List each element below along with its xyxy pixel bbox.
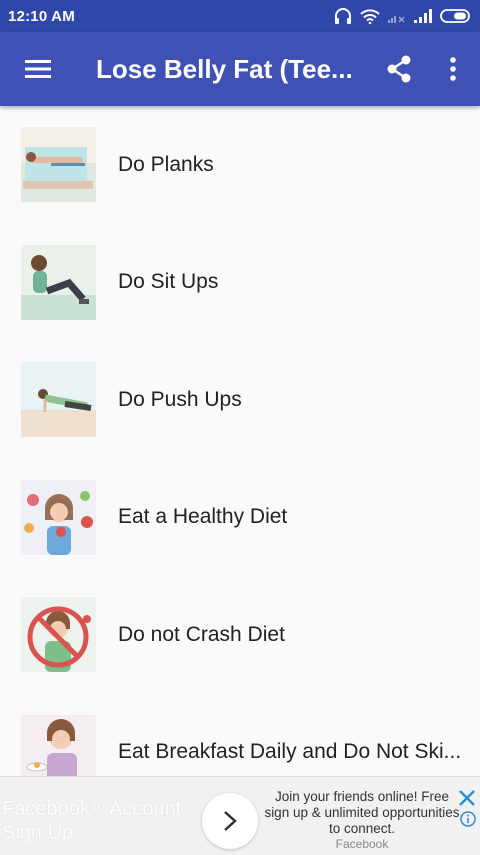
- more-vert-icon: [450, 57, 456, 81]
- item-label: Eat Breakfast Daily and Do Not Ski...: [118, 740, 462, 764]
- share-button[interactable]: [372, 32, 426, 106]
- more-options-button[interactable]: [426, 32, 480, 106]
- ad-source: Facebook: [335, 837, 389, 851]
- item-label: Do Sit Ups: [118, 270, 219, 294]
- list-item[interactable]: Do Planks: [0, 106, 480, 224]
- item-label: Do Planks: [118, 152, 214, 176]
- status-bar: 12:10 AM: [0, 0, 480, 32]
- app-bar: Lose Belly Fat (Tee...: [0, 32, 480, 106]
- battery-icon: [440, 9, 470, 23]
- planks-thumbnail: [21, 127, 96, 203]
- no-signal-icon: [388, 16, 405, 23]
- ad-banner[interactable]: Facebook® Account Sign Up Join your frie…: [0, 776, 480, 855]
- list-item[interactable]: Eat a Healthy Diet: [0, 459, 480, 577]
- ad-body: Join your friends online! Free sign up &…: [264, 789, 460, 836]
- status-icons: [334, 8, 472, 24]
- exercise-list: Do Planks Do Sit Ups Do Push Ups Eat a H…: [0, 106, 480, 776]
- list-item[interactable]: Eat Breakfast Daily and Do Not Ski...: [0, 694, 480, 776]
- ad-headline[interactable]: Facebook® Account Sign Up: [2, 797, 202, 845]
- signal-icon: [414, 9, 432, 23]
- list-item[interactable]: Do Push Ups: [0, 341, 480, 459]
- app-title: Lose Belly Fat (Tee...: [96, 53, 353, 84]
- item-label: Eat a Healthy Diet: [118, 505, 288, 529]
- ad-close-icon[interactable]: [458, 789, 476, 807]
- menu-button[interactable]: [0, 32, 76, 106]
- sit-ups-thumbnail: [21, 244, 96, 320]
- share-icon: [387, 55, 411, 83]
- list-item[interactable]: Do Sit Ups: [0, 224, 480, 342]
- chevron-right-icon: [224, 811, 237, 831]
- item-label: Do Push Ups: [118, 387, 242, 411]
- ad-open-button[interactable]: [202, 793, 258, 849]
- item-label: Do not Crash Diet: [118, 622, 285, 646]
- crash-diet-thumbnail: [21, 597, 96, 673]
- ad-info-icon[interactable]: [460, 811, 476, 827]
- breakfast-thumbnail: [21, 714, 96, 776]
- list-item[interactable]: Do not Crash Diet: [0, 576, 480, 694]
- headphones-icon: [335, 8, 351, 24]
- menu-icon: [25, 60, 51, 78]
- status-time: 12:10 AM: [8, 7, 75, 25]
- push-ups-thumbnail: [21, 362, 96, 438]
- wifi-icon: [360, 9, 380, 24]
- healthy-diet-thumbnail: [21, 479, 96, 555]
